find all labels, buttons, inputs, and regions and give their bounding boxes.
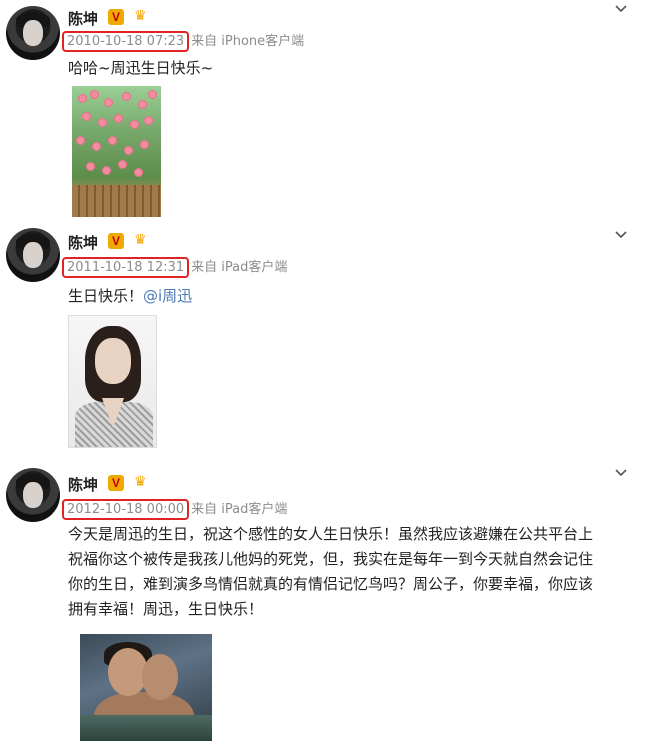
avatar[interactable] (6, 228, 60, 282)
post-text-line: 拥有幸福！周迅，生日快乐！ (68, 600, 264, 618)
post-text: 哈哈~周迅生日快乐~ (68, 59, 214, 77)
crown-icon: ♛ (134, 474, 147, 490)
avatar[interactable] (6, 468, 60, 522)
vip-badge-icon: V (108, 475, 124, 491)
post-text-line: 你的生日，难到演多鸟情侣就真的有情侣记忆鸟吗？周公子，你要幸福，你应该 (68, 575, 594, 593)
post-timestamp[interactable]: 2012-10-18 00:00 (62, 499, 190, 520)
vip-badge-icon: V (108, 9, 124, 25)
post-text-content: 生日快乐！ (68, 287, 144, 305)
post-text-line: 今天是周迅的生日，祝这个感性的女人生日快乐！虽然我应该避嫌在公共平台上 (68, 525, 594, 543)
chevron-down-icon[interactable] (614, 2, 628, 16)
user-mention-link[interactable]: @i周迅 (143, 287, 192, 305)
post-text: 今天是周迅的生日，祝这个感性的女人生日快乐！虽然我应该避嫌在公共平台上 祝福你这… (68, 522, 593, 622)
post-source: 来自 iPad客户端 (191, 260, 288, 275)
crown-icon: ♛ (134, 232, 147, 248)
couple-photo[interactable] (80, 634, 212, 741)
username[interactable]: 陈坤 (68, 474, 98, 495)
vip-badge-icon: V (108, 233, 124, 249)
username[interactable]: 陈坤 (68, 8, 98, 29)
post-timestamp[interactable]: 2011-10-18 12:31 (62, 257, 190, 278)
post-text: 生日快乐！@i周迅 (68, 284, 192, 309)
flower-garden-photo[interactable] (72, 86, 161, 217)
chevron-down-icon[interactable] (614, 466, 628, 480)
post-text-line: 祝福你这个被传是我孩儿他妈的死党，但，我实在是每年一到今天就自然会记住 (68, 550, 594, 568)
crown-icon: ♛ (134, 8, 147, 24)
post-timestamp[interactable]: 2010-10-18 07:23 (62, 31, 190, 52)
chevron-down-icon[interactable] (614, 228, 628, 242)
avatar[interactable] (6, 6, 60, 60)
post-source: 来自 iPad客户端 (191, 502, 288, 517)
post-source: 来自 iPhone客户端 (191, 34, 305, 49)
post-meta: 2010-10-18 07:23 来自 iPhone客户端 (62, 30, 304, 52)
username[interactable]: 陈坤 (68, 232, 98, 253)
post-meta: 2012-10-18 00:00 来自 iPad客户端 (62, 498, 287, 520)
post-meta: 2011-10-18 12:31 来自 iPad客户端 (62, 256, 287, 278)
portrait-photo[interactable] (68, 315, 157, 448)
